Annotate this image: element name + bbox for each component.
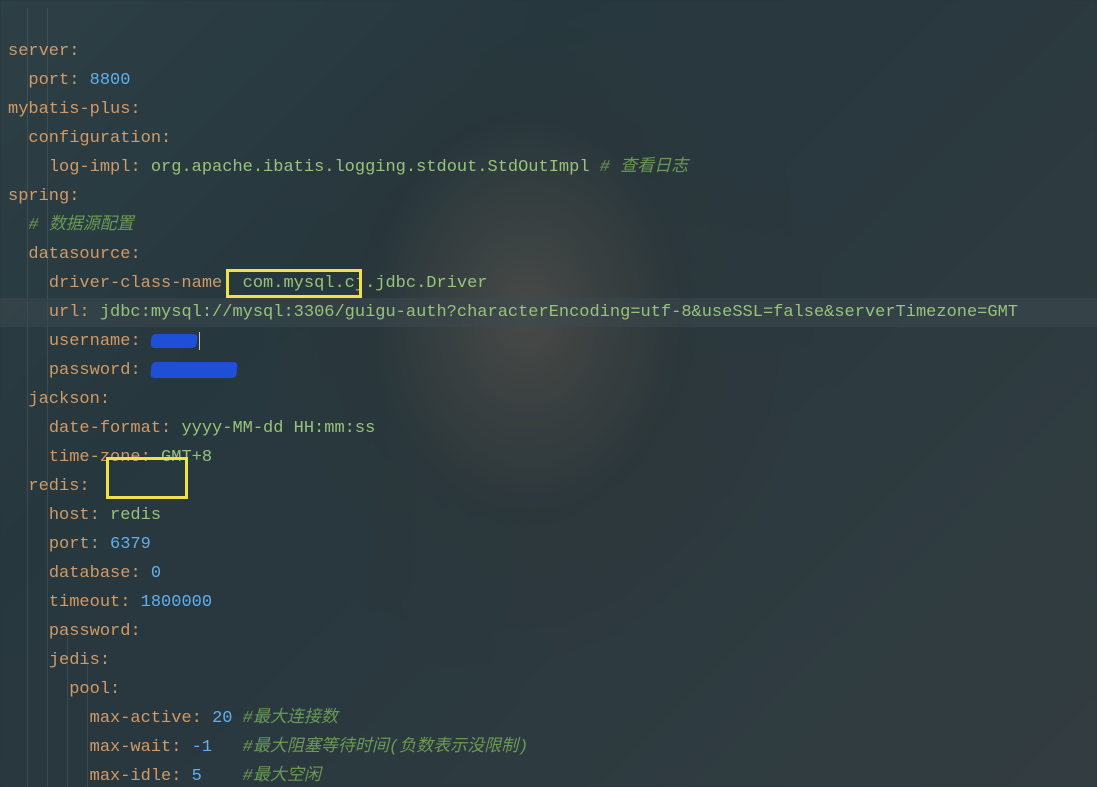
- key-redis-password: password: [49, 622, 131, 641]
- comment-max-idle: #最大空闲: [243, 767, 321, 786]
- val-max-active: 20: [212, 709, 232, 728]
- key-url: url: [49, 303, 80, 322]
- code-editor[interactable]: server: port: 8800 mybatis-plus: configu…: [0, 0, 1097, 787]
- val-redis-database: 0: [151, 564, 161, 583]
- val-date-format: yyyy-MM-dd HH:mm:ss: [181, 419, 375, 438]
- val-log-impl: org.apache.ibatis.logging.stdout.StdOutI…: [151, 158, 590, 177]
- val-max-wait: -1: [192, 738, 212, 757]
- val-redis-port: 6379: [110, 535, 151, 554]
- comment-log: # 查看日志: [600, 158, 688, 177]
- comment-max-wait: #最大阻塞等待时间(负数表示没限制): [243, 738, 529, 757]
- key-configuration: configuration: [28, 129, 161, 148]
- key-password: password: [49, 361, 131, 380]
- key-driver: driver-class-name: [49, 274, 222, 293]
- key-max-idle: max-idle: [90, 767, 172, 786]
- val-max-idle: 5: [192, 767, 202, 786]
- key-max-active: max-active: [90, 709, 192, 728]
- val-url-boxed: //mysql:3306: [212, 303, 334, 322]
- key-max-wait: max-wait: [90, 738, 172, 757]
- val-url-prefix: jdbc:mysql:: [100, 303, 212, 322]
- key-jedis: jedis: [49, 651, 100, 670]
- key-server-port: port: [28, 71, 69, 90]
- key-datasource: datasource: [28, 245, 130, 264]
- key-redis-port: port: [49, 535, 90, 554]
- key-server: server: [8, 42, 69, 61]
- val-time-zone: GMT+8: [161, 448, 212, 467]
- redacted-username: [150, 334, 197, 348]
- key-redis-timeout: timeout: [49, 593, 120, 612]
- key-username: username: [49, 332, 131, 351]
- key-redis: redis: [28, 477, 79, 496]
- key-redis-database: database: [49, 564, 131, 583]
- key-date-format: date-format: [49, 419, 161, 438]
- key-redis-host: host: [49, 506, 90, 525]
- val-redis-timeout: 1800000: [141, 593, 212, 612]
- key-mybatis: mybatis-plus: [8, 100, 130, 119]
- key-time-zone: time-zone: [49, 448, 141, 467]
- val-driver: com.mysql.cj.jdbc.Driver: [243, 274, 488, 293]
- key-jackson: jackson: [28, 390, 99, 409]
- key-pool: pool: [69, 680, 110, 699]
- text-caret: [199, 332, 200, 350]
- val-redis-host: redis: [110, 506, 161, 525]
- val-server-port: 8800: [90, 71, 131, 90]
- val-url-suffix: /guigu-auth?characterEncoding=utf-8&useS…: [334, 303, 1018, 322]
- key-spring: spring: [8, 187, 69, 206]
- comment-datasource: # 数据源配置: [28, 216, 133, 235]
- comment-max-active: #最大连接数: [243, 709, 338, 728]
- redacted-password: [150, 362, 238, 378]
- key-log-impl: log-impl: [49, 158, 131, 177]
